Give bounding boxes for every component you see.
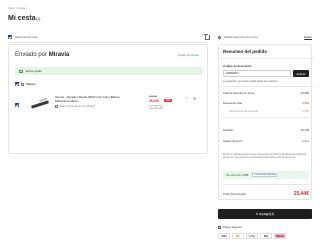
summary-line: Gastos de envío Gratis [223, 140, 309, 143]
discount-code-input[interactable] [223, 70, 291, 77]
summary-divider [223, 184, 309, 185]
product-name[interactable]: Taurus - Secador Studio 2500 Ionic Color… [55, 95, 123, 103]
qty-plus-button[interactable]: + [159, 106, 161, 109]
edit-address-link[interactable]: Editar [304, 35, 312, 39]
summary-title: Resumen del pedido [223, 49, 268, 54]
total-label: Total (IVA incluido) [223, 192, 246, 196]
summary-line-label: Descuento total [223, 102, 242, 105]
breadcrumb[interactable]: Inicio / Cesta [8, 6, 25, 10]
sale-price: 25,44€ [149, 99, 159, 103]
summary-line-label: Subtotal [223, 129, 233, 132]
summary-line-label: Gastos de envío [223, 140, 243, 143]
cart-item: Taurus - Secador Studio 2500 Ionic Color… [15, 92, 203, 118]
summary-line-value: -4,55€ [301, 102, 309, 105]
summary-line-value: Gratis [301, 140, 309, 143]
free-shipping-text: Envío gratis [26, 69, 42, 73]
secure-payments-label: Pagos seguros [223, 225, 242, 229]
item-checkbox[interactable] [15, 103, 19, 107]
original-price: 29,99€ [149, 95, 157, 98]
summary-divider [219, 58, 313, 59]
truck-icon [19, 69, 23, 73]
product-image[interactable] [29, 94, 51, 114]
trash-icon[interactable] [204, 34, 210, 40]
price-info-text: El precio indicado anteriormente, está p… [223, 154, 307, 160]
order-summary: Resumen del pedido Código de descuento A… [218, 44, 313, 200]
summary-divider [223, 117, 309, 118]
total-row: Total (IVA incluido) 25,44€ [223, 191, 309, 197]
cart-count: (1) [35, 16, 41, 21]
summary-line-value: 25,44€ [300, 129, 309, 132]
close-icon[interactable]: ✕ [193, 96, 196, 101]
savings-prefix: Has ahorrado [226, 173, 242, 177]
lock-icon [218, 225, 221, 229]
store-icon [21, 82, 24, 86]
savings-banner: Has ahorrado 4,55€ 1 descuento aplicado [223, 171, 309, 179]
summary-line-value: 29,99€ [300, 92, 309, 95]
coupon-error-text: Lo sentimos, ya se han usado todos los c… [223, 80, 278, 83]
location-pin-icon [217, 34, 222, 40]
address-text[interactable]: Añade dirección de envío [224, 35, 258, 39]
apply-button[interactable]: Aplicar [293, 70, 309, 77]
store-group-row[interactable]: Taurus [15, 82, 36, 86]
summary-line-label: Total de artículos (1 ítems) [223, 92, 255, 95]
apple-pay-logo: Pay [260, 233, 272, 239]
discount-badge: -15% [164, 99, 172, 102]
summary-line: Subtotal 25,44€ [223, 129, 309, 132]
savings-amount: 4,55€ [242, 173, 249, 177]
summary-line-label: Descuentos de la tienda [229, 110, 258, 113]
product-meta-text: Mejor precio de los últ. 30 días [59, 105, 95, 108]
select-all-label[interactable]: Seleccionar todo [15, 35, 37, 39]
page-title-text: Mi cesta [8, 15, 36, 22]
select-all-checkbox[interactable] [8, 35, 12, 39]
seller-heading: Enviado por Miravia [15, 52, 69, 58]
google-pay-logo: G Pay [246, 233, 258, 239]
klarna-logo: Klarna [274, 233, 286, 239]
secure-payments-row: Pagos seguros [218, 225, 242, 229]
quantity-stepper[interactable]: – 1 + [149, 105, 163, 109]
checkout-button[interactable]: Ir al pago(1) [218, 209, 312, 219]
mastercard-logo: MC [232, 233, 244, 239]
product-meta: Mejor precio de los últ. 30 días [55, 105, 95, 108]
seller-name: Miravia [48, 52, 70, 58]
visa-logo: VISA [218, 233, 230, 239]
summary-line: Descuentos de la tienda -4,55€ [223, 110, 309, 113]
seller-link[interactable]: Listado de Miravia [178, 54, 199, 57]
free-shipping-banner: Envío gratis [15, 67, 203, 75]
discount-code-label: Código de descuento [223, 64, 252, 68]
seller-prefix: Enviado por [15, 52, 48, 58]
qty-minus-button[interactable]: – [151, 106, 152, 109]
select-all-row[interactable]: Seleccionar todo [8, 33, 210, 41]
store-name[interactable]: Taurus [26, 82, 36, 86]
summary-line: Descuento total -4,55€ [223, 102, 309, 105]
qty-value[interactable]: 1 [155, 106, 156, 109]
store-checkbox[interactable] [15, 82, 19, 86]
page-title: Mi cesta(1) [8, 15, 41, 22]
cart-seller-card: Enviado por Miravia Listado de Miravia E… [8, 44, 208, 154]
heart-icon[interactable]: ♡ [185, 96, 189, 101]
summary-divider [219, 86, 313, 87]
summary-line: Total de artículos (1 ítems) 29,99€ [223, 92, 309, 95]
tag-icon [55, 105, 58, 108]
savings-tag: 1 descuento aplicado [252, 173, 278, 177]
summary-line-value: -4,55€ [301, 110, 309, 113]
total-value: 25,44€ [293, 191, 309, 197]
payment-methods: VISA MC G Pay Pay Klarna [218, 233, 286, 239]
address-row[interactable]: Añade dirección de envío Editar [217, 33, 312, 41]
divider [8, 42, 208, 43]
